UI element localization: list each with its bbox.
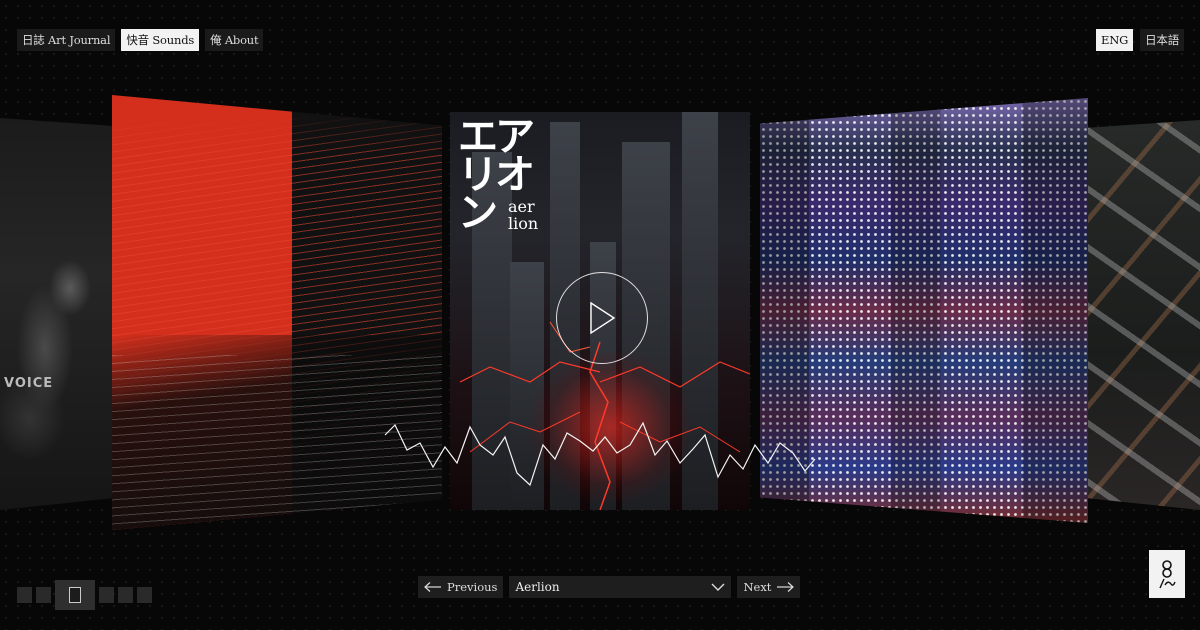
album-carousel: VOICE エアリオン aer lion [0,0,1200,630]
pager-dot[interactable] [99,587,114,603]
pager-dot[interactable] [137,587,152,603]
logo-button[interactable] [1149,550,1185,598]
pager [17,580,152,610]
waveform [384,421,816,487]
selected-track: Aerlion [515,580,560,594]
track-select[interactable]: Aerlion [509,576,732,598]
next-label: Next [743,580,772,594]
previous-label: Previous [447,580,498,594]
album-card-hand[interactable]: VOICE [0,118,112,510]
pager-dot[interactable] [36,587,51,603]
arrow-right-icon [777,582,795,592]
play-button[interactable] [556,272,648,364]
album-title-en-line2: lion [508,214,539,233]
arrow-left-icon [424,582,441,592]
album-title-en: aer lion [508,198,548,232]
logo-icon [1159,560,1176,589]
pager-dot[interactable] [17,587,32,603]
pager-dot-current[interactable] [55,580,95,610]
album-title-en-line1: aer [508,197,535,216]
previous-button[interactable]: Previous [418,576,504,598]
track-controls: Previous Aerlion Next [418,576,801,598]
album-card-sticks[interactable] [1088,120,1200,510]
next-button[interactable]: Next [737,576,801,598]
chevron-down-icon [711,583,725,591]
pager-dot[interactable] [118,587,133,603]
play-icon [590,301,616,335]
album-cover-text: VOICE [4,376,54,391]
